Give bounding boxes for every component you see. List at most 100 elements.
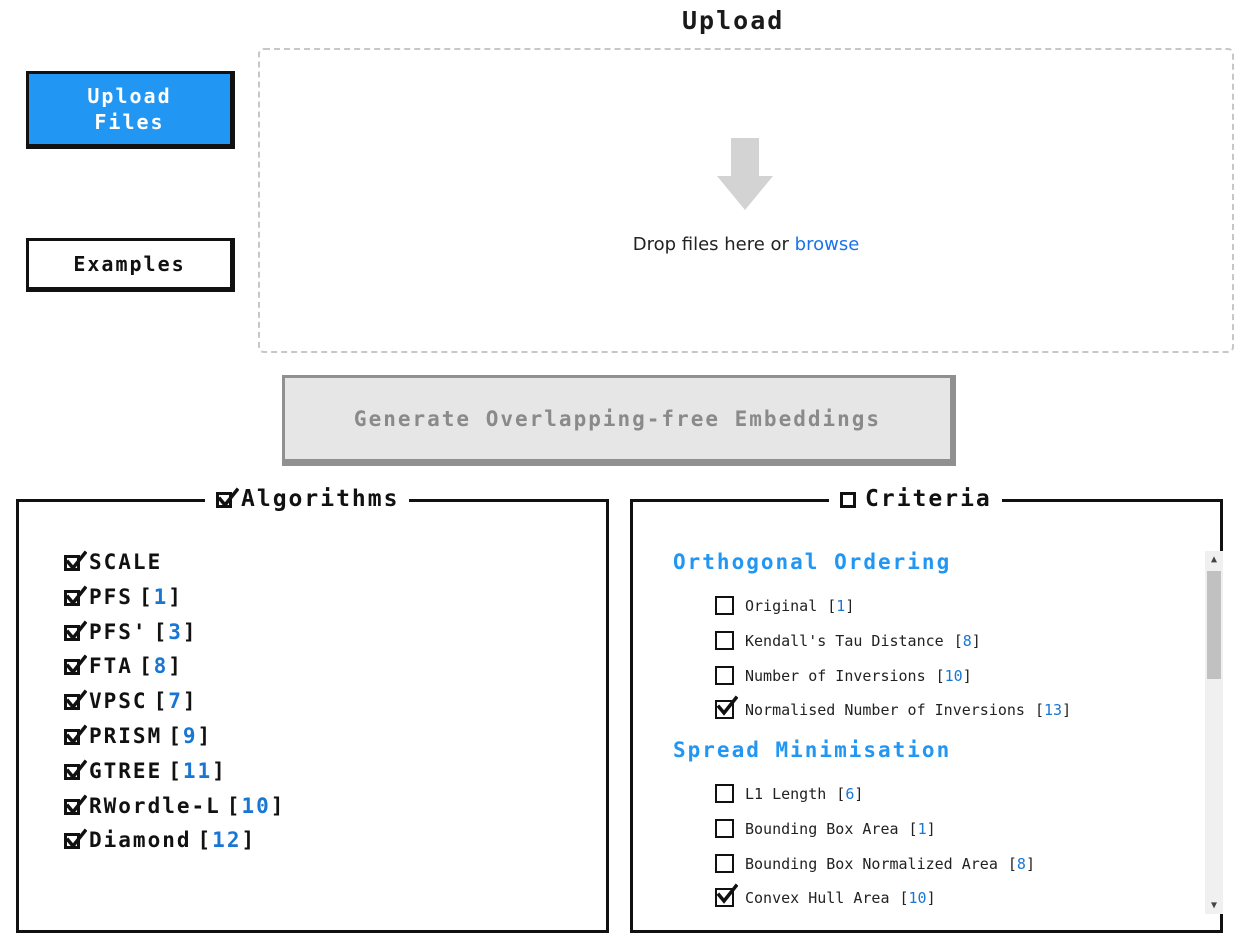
- criteria-label: Kendall's Tau Distance: [745, 631, 944, 650]
- checkbox-icon[interactable]: [715, 630, 735, 651]
- checkbox-icon[interactable]: [715, 695, 738, 720]
- citation-ref[interactable]: 10: [909, 889, 927, 907]
- checkbox-icon[interactable]: [63, 654, 87, 676]
- algorithm-item[interactable]: VPSC [7]: [63, 689, 198, 713]
- algorithm-label: Diamond: [89, 828, 192, 853]
- citation[interactable]: [10]: [227, 794, 286, 818]
- checkbox-icon[interactable]: [63, 828, 87, 850]
- criteria-label: Number of Inversions: [745, 666, 926, 685]
- algorithm-label: SCALE: [89, 550, 163, 574]
- citation[interactable]: [8]: [139, 654, 183, 678]
- algorithms-legend[interactable]: Algorithms: [205, 486, 410, 512]
- criteria-item[interactable]: Bounding Box Normalized Area [8]: [715, 853, 1035, 874]
- algorithms-select-all-checkbox-icon[interactable]: [215, 487, 239, 509]
- browse-link[interactable]: browse: [795, 234, 860, 255]
- examples-button[interactable]: Examples: [26, 238, 235, 292]
- algorithm-item[interactable]: SCALE: [63, 550, 162, 574]
- citation-ref[interactable]: 11: [183, 759, 212, 783]
- citation-ref[interactable]: 10: [241, 794, 270, 818]
- citation-ref[interactable]: 12: [212, 828, 241, 852]
- scroll-up-icon[interactable]: ▲: [1205, 551, 1223, 568]
- algorithm-item[interactable]: RWordle-L [10]: [63, 794, 285, 818]
- checkbox-icon[interactable]: [715, 818, 735, 839]
- criteria-label: Bounding Box Area: [745, 819, 899, 838]
- citation[interactable]: [10]: [900, 889, 936, 907]
- algorithm-item[interactable]: PFS' [3]: [63, 620, 198, 644]
- citation-ref[interactable]: 13: [1044, 701, 1062, 719]
- citation[interactable]: [1]: [909, 820, 936, 838]
- checkbox-icon[interactable]: [63, 759, 87, 781]
- checkbox-icon[interactable]: [715, 853, 735, 874]
- scroll-thumb[interactable]: [1207, 571, 1221, 679]
- checkbox-icon[interactable]: [715, 883, 738, 908]
- citation-ref[interactable]: 3: [168, 620, 183, 644]
- checkbox-icon[interactable]: [715, 596, 735, 616]
- algorithm-item[interactable]: FTA [8]: [63, 654, 183, 678]
- algorithm-item[interactable]: Diamond [12]: [63, 828, 256, 852]
- algorithm-label: GTREE: [89, 758, 163, 783]
- citation[interactable]: [13]: [1035, 701, 1071, 719]
- criteria-item[interactable]: Original [1]: [715, 596, 854, 616]
- checkbox-icon[interactable]: [715, 665, 735, 686]
- drop-instructions: Drop files here or browse: [258, 234, 1234, 255]
- criteria-item[interactable]: Kendall's Tau Distance [8]: [715, 630, 981, 651]
- algorithm-item[interactable]: PFS [1]: [63, 585, 183, 609]
- citation[interactable]: [7]: [154, 689, 198, 713]
- citation-ref[interactable]: 1: [836, 597, 845, 615]
- citation-ref[interactable]: 1: [154, 585, 169, 609]
- algorithm-item[interactable]: PRISM [9]: [63, 724, 212, 748]
- checkbox-icon[interactable]: [63, 585, 87, 607]
- citation[interactable]: [3]: [154, 620, 198, 644]
- checkbox-icon[interactable]: [63, 724, 87, 746]
- algorithm-label: PFS: [89, 584, 133, 609]
- criteria-scrollbar[interactable]: ▲ ▼: [1205, 551, 1223, 914]
- criteria-label: Original: [745, 597, 818, 615]
- upload-files-button[interactable]: Upload Files: [26, 71, 235, 149]
- upload-files-label: Upload Files: [87, 84, 172, 134]
- criteria-select-all-checkbox-icon[interactable]: [839, 489, 859, 509]
- citation-ref[interactable]: 7: [168, 689, 183, 713]
- criteria-item[interactable]: L1 Length [6]: [715, 784, 863, 804]
- criteria-item[interactable]: Convex Hull Area [10]: [715, 883, 936, 908]
- citation-ref[interactable]: 8: [963, 632, 972, 650]
- citation-ref[interactable]: 8: [1017, 855, 1026, 873]
- checkbox-icon[interactable]: [63, 620, 87, 642]
- checkbox-icon[interactable]: [63, 794, 87, 816]
- criteria-item[interactable]: Number of Inversions [10]: [715, 665, 972, 686]
- citation[interactable]: [9]: [168, 724, 212, 748]
- citation[interactable]: [11]: [168, 759, 227, 783]
- citation[interactable]: [1]: [827, 597, 854, 615]
- checkbox-icon[interactable]: [715, 784, 735, 804]
- citation[interactable]: [1]: [139, 585, 183, 609]
- criteria-panel: Criteria Orthogonal Ordering Original [1] K…: [630, 486, 1223, 933]
- checkbox-icon[interactable]: [63, 689, 87, 711]
- citation[interactable]: [8]: [1008, 855, 1035, 873]
- citation-ref[interactable]: 10: [945, 667, 963, 685]
- citation-ref[interactable]: 1: [918, 820, 927, 838]
- algorithm-label: VPSC: [89, 689, 148, 714]
- scroll-down-icon[interactable]: ▼: [1205, 897, 1223, 914]
- citation-ref[interactable]: 6: [845, 785, 854, 803]
- upload-title: Upload: [682, 6, 785, 35]
- criteria-label: Normalised Number of Inversions: [745, 701, 1025, 720]
- criteria-label: Convex Hull Area: [745, 889, 890, 908]
- algorithms-legend-label: Algorithms: [241, 486, 400, 512]
- checkbox-icon[interactable]: [63, 550, 87, 572]
- algorithm-label: PRISM: [89, 724, 163, 748]
- citation[interactable]: [6]: [836, 785, 863, 803]
- criteria-group-title: Spread Minimisation: [673, 738, 952, 762]
- algorithms-panel: Algorithms SCALE PFS [1] PFS' [3] FTA [8] VP…: [16, 486, 609, 933]
- criteria-item[interactable]: Normalised Number of Inversions [13]: [715, 695, 1071, 720]
- algorithm-label: RWordle-L: [89, 793, 221, 818]
- citation-ref[interactable]: 8: [154, 654, 169, 678]
- criteria-label: L1 Length: [745, 785, 827, 803]
- citation[interactable]: [8]: [954, 632, 981, 650]
- algorithm-item[interactable]: GTREE [11]: [63, 759, 227, 783]
- generate-embeddings-button[interactable]: Generate Overlapping-free Embeddings: [282, 375, 956, 466]
- algorithm-label: PFS': [89, 619, 148, 644]
- citation[interactable]: [12]: [198, 828, 257, 852]
- citation[interactable]: [10]: [936, 667, 972, 685]
- criteria-legend[interactable]: Criteria: [829, 486, 1002, 512]
- criteria-item[interactable]: Bounding Box Area [1]: [715, 818, 936, 839]
- citation-ref[interactable]: 9: [183, 724, 198, 748]
